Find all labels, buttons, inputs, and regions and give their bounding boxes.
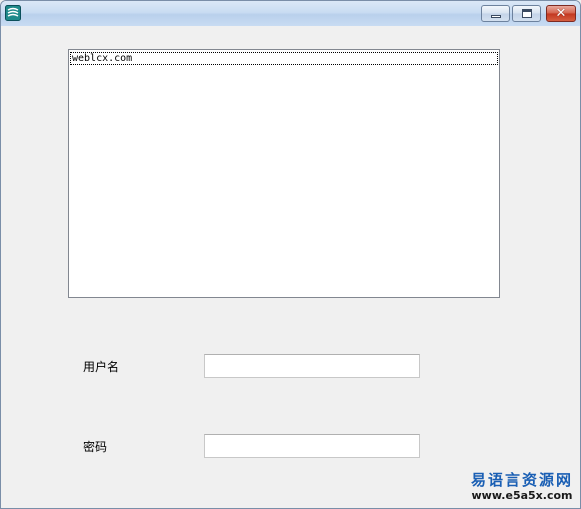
app-window: ✕ weblcx.com 用户名 密码 易语言资源网 www.e5a5x.com: [0, 0, 581, 509]
close-icon: ✕: [555, 6, 567, 21]
list-item[interactable]: weblcx.com: [70, 52, 498, 65]
watermark-url: www.e5a5x.com: [471, 489, 573, 502]
username-label: 用户名: [83, 360, 120, 374]
maximize-button[interactable]: [512, 5, 541, 22]
minimize-icon: [491, 15, 501, 18]
maximize-icon: [522, 9, 532, 18]
app-icon[interactable]: [5, 5, 21, 21]
close-button[interactable]: ✕: [546, 5, 576, 22]
title-bar[interactable]: ✕: [1, 1, 580, 26]
watermark-title: 易语言资源网: [470, 471, 573, 489]
watermark: 易语言资源网 www.e5a5x.com: [466, 471, 578, 503]
minimize-button[interactable]: [481, 5, 510, 22]
list-box[interactable]: weblcx.com: [68, 49, 500, 298]
username-input[interactable]: [204, 354, 420, 378]
password-input[interactable]: [204, 434, 420, 458]
password-label: 密码: [83, 440, 108, 454]
